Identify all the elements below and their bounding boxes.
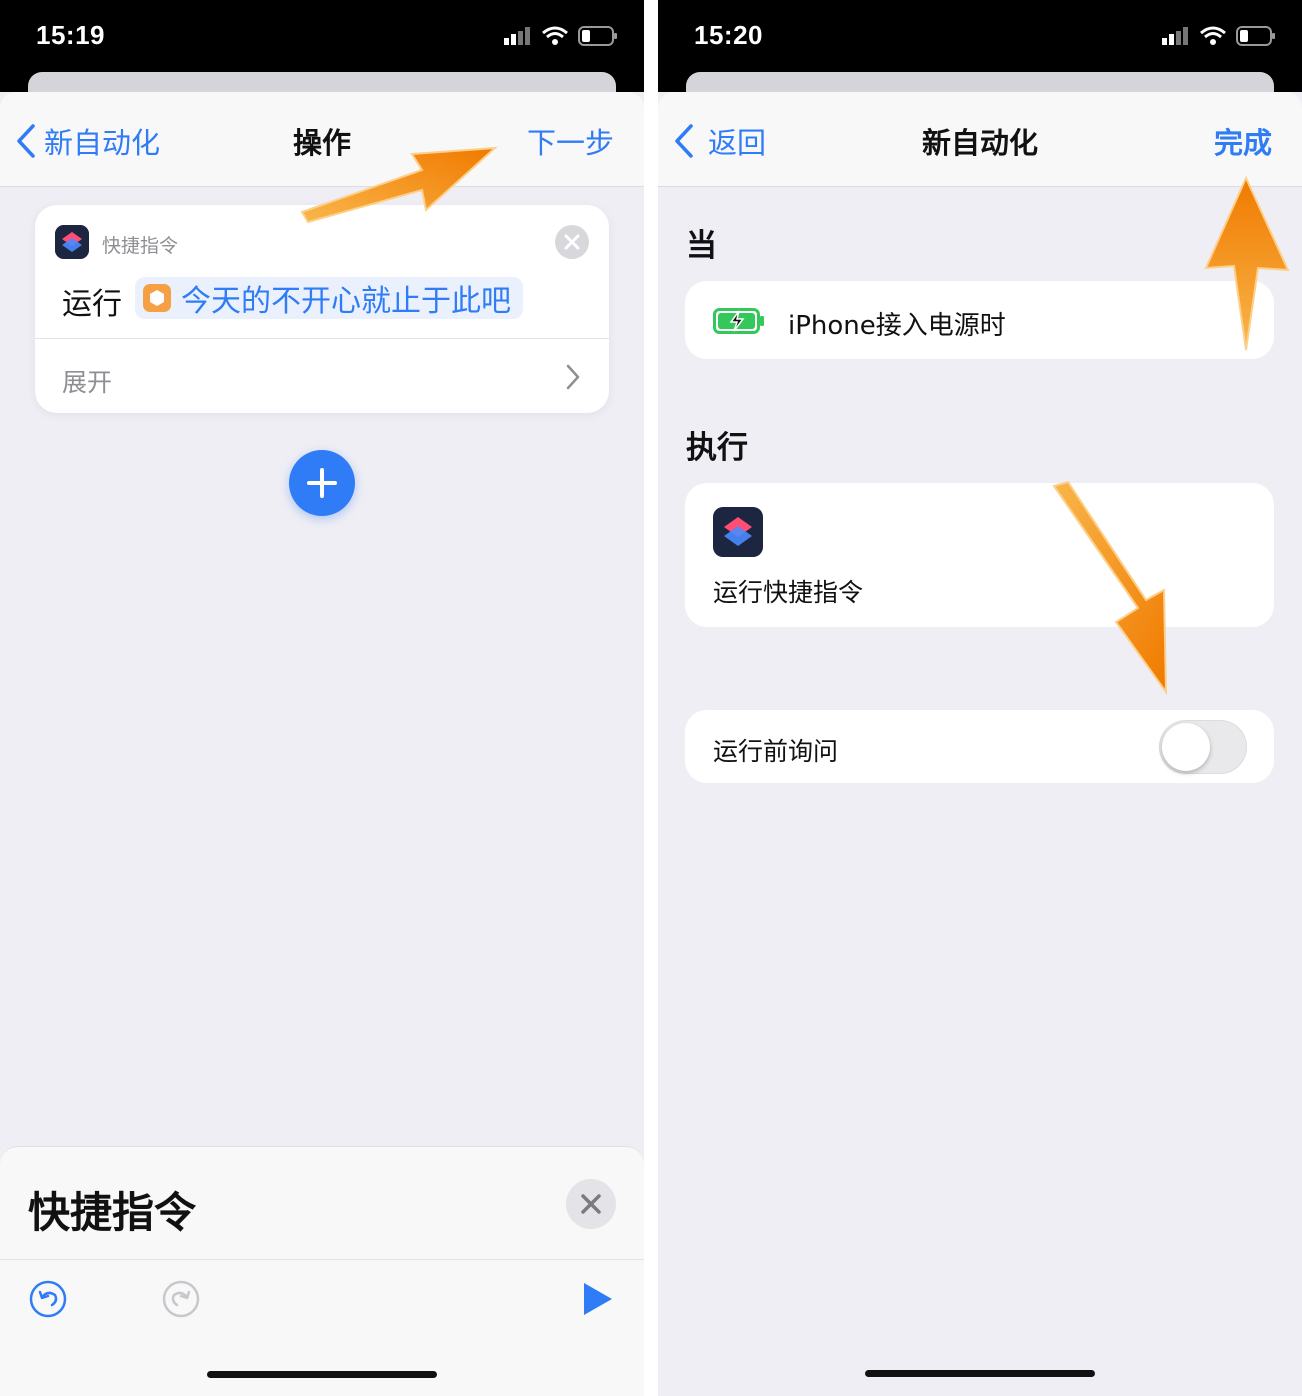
ask-before-running-toggle[interactable] bbox=[1159, 720, 1247, 774]
home-indicator bbox=[865, 1370, 1095, 1377]
when-section-header: 当 bbox=[686, 228, 717, 264]
cellular-signal-icon bbox=[504, 27, 530, 45]
back-button[interactable]: 新自动化 bbox=[16, 120, 160, 162]
done-button[interactable]: 完成 bbox=[1214, 120, 1272, 162]
action-card: 快捷指令 运行 今天的不开心就止于此吧 展开 bbox=[35, 205, 609, 413]
action-label: 运行快捷指令 bbox=[713, 578, 864, 607]
wifi-icon bbox=[542, 26, 568, 45]
undo-icon bbox=[29, 1280, 67, 1318]
trigger-label: iPhone接入电源时 bbox=[788, 311, 1006, 341]
shortcuts-app-icon bbox=[55, 225, 89, 259]
do-section-header: 执行 bbox=[686, 430, 748, 466]
redo-icon bbox=[162, 1280, 200, 1318]
remove-action-button[interactable] bbox=[555, 225, 589, 259]
status-time: 15:19 bbox=[36, 20, 105, 50]
action-search-sheet: 快捷指令 bbox=[0, 1146, 644, 1396]
close-sheet-button[interactable] bbox=[566, 1179, 616, 1229]
shortcut-name: 今天的不开心就止于此吧 bbox=[181, 284, 511, 319]
trigger-card[interactable]: iPhone接入电源时 bbox=[685, 281, 1274, 359]
chevron-left-icon bbox=[17, 124, 35, 158]
run-label: 运行 bbox=[62, 287, 122, 322]
ask-before-running-row: 运行前询问 bbox=[685, 710, 1274, 783]
ask-before-running-label: 运行前询问 bbox=[713, 737, 839, 766]
sheet-divider bbox=[0, 1259, 644, 1260]
next-button[interactable]: 下一步 bbox=[527, 120, 614, 162]
home-indicator bbox=[207, 1371, 437, 1378]
chevron-left-icon bbox=[675, 124, 693, 158]
shortcuts-app-icon bbox=[713, 507, 763, 557]
expand-label: 展开 bbox=[62, 368, 113, 397]
close-icon bbox=[581, 1194, 601, 1214]
expand-row[interactable]: 展开 bbox=[35, 339, 609, 413]
shortcut-glyph-icon bbox=[143, 284, 171, 312]
sheet-title: 快捷指令 bbox=[28, 1188, 197, 1237]
add-action-button[interactable] bbox=[289, 450, 355, 516]
battery-icon bbox=[1236, 26, 1275, 46]
play-icon bbox=[584, 1283, 612, 1315]
wifi-icon bbox=[1200, 26, 1226, 45]
plus-icon bbox=[307, 468, 337, 498]
chevron-right-icon bbox=[566, 364, 580, 390]
annotation-arrow-done bbox=[1204, 175, 1290, 351]
action-card[interactable]: 运行快捷指令 bbox=[685, 483, 1274, 627]
status-time: 15:20 bbox=[694, 20, 763, 50]
app-name-label: 快捷指令 bbox=[102, 235, 179, 257]
undo-button[interactable] bbox=[28, 1279, 68, 1323]
battery-charging-icon bbox=[713, 308, 764, 334]
back-label: 新自动化 bbox=[44, 126, 161, 160]
cellular-signal-icon bbox=[1162, 27, 1188, 45]
toggle-knob bbox=[1162, 723, 1210, 771]
shortcut-token[interactable]: 今天的不开心就止于此吧 bbox=[135, 277, 523, 319]
redo-button[interactable] bbox=[161, 1279, 201, 1323]
run-button[interactable] bbox=[582, 1281, 614, 1321]
back-button[interactable]: 返回 bbox=[674, 120, 766, 162]
left-screen: 15:19 新自动化 操作 下一步 快捷指令 运行 今天的不开心就止于此吧 展开… bbox=[0, 0, 644, 1396]
back-label: 返回 bbox=[708, 126, 767, 160]
annotation-arrow-toggle bbox=[1052, 480, 1168, 696]
annotation-arrow-next bbox=[300, 146, 498, 224]
battery-icon bbox=[578, 26, 617, 46]
close-icon bbox=[564, 234, 580, 250]
right-screen: 15:20 返回 新自动化 完成 当 iPhone接入电源时 执行 运行快捷指令… bbox=[658, 0, 1302, 1396]
